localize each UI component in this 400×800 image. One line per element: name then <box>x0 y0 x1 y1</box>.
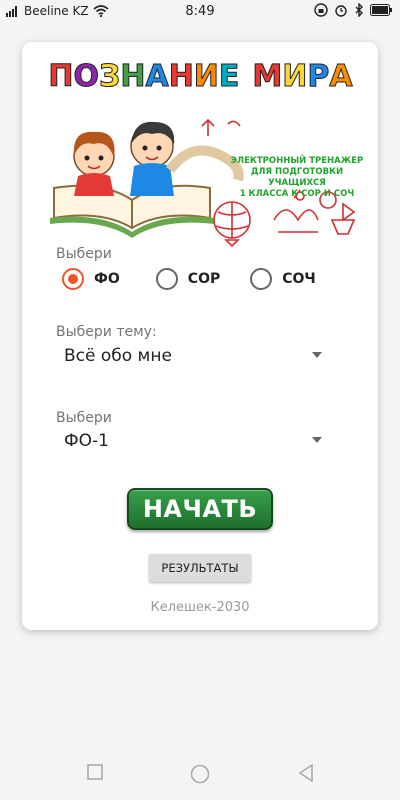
alarm-icon <box>335 5 347 17</box>
system-nav-bar <box>0 750 400 800</box>
logo-letter: О <box>73 59 99 94</box>
radio-sor-label: СОР <box>187 271 221 287</box>
bluetooth-icon <box>355 3 363 17</box>
back-icon[interactable] <box>298 764 314 782</box>
dropdown-caret-icon <box>312 437 322 443</box>
radio-circle-icon <box>250 268 273 290</box>
footer-credit: Келешек-2030 <box>150 600 250 615</box>
radio-soch-label: СОЧ <box>282 271 316 287</box>
logo-letter: Н <box>168 59 194 94</box>
assessment-label: Выбери <box>56 246 112 262</box>
results-button[interactable]: РЕЗУЛЬТАТЫ <box>149 554 251 582</box>
topic-select-value: Всё обо мне <box>64 346 172 366</box>
assessment-radio-group: ФО СОР СОЧ <box>40 268 338 290</box>
logo-letter: А <box>329 59 353 94</box>
status-bar: Beeline KZ 8:49 <box>0 0 400 24</box>
radio-soch[interactable]: СОЧ <box>250 268 316 290</box>
logo-letter: И <box>282 59 308 94</box>
variant-select-value: ФО-1 <box>64 431 109 451</box>
dropdown-caret-icon <box>312 352 322 358</box>
topic-label: Выбери тему: <box>56 324 157 340</box>
banner-tagline: ЭЛЕКТРОННЫЙ ТРЕНАЖЕР ДЛЯ ПОДГОТОВКИ УЧАЩ… <box>222 156 372 200</box>
radio-circle-icon <box>62 268 84 290</box>
status-right <box>314 3 392 17</box>
logo-letter: Е <box>218 59 239 94</box>
banner-line-2: ДЛЯ ПОДГОТОВКИ УЧАЩИХСЯ <box>250 167 344 188</box>
variant-label: Выбери <box>56 410 112 426</box>
home-icon[interactable] <box>190 764 210 784</box>
app-logo: ПОЗНАНИЕМИРА <box>42 54 358 100</box>
logo-letter: А <box>145 59 169 94</box>
radio-sor[interactable]: СОР <box>155 268 221 290</box>
logo-letter: З <box>99 59 121 94</box>
logo-letter: Н <box>120 59 146 94</box>
logo-letter: П <box>48 59 74 94</box>
banner-line-1: ЭЛЕКТРОННЫЙ ТРЕНАЖЕР <box>230 156 364 166</box>
logo-letter: И <box>193 59 219 94</box>
radio-circle-icon <box>155 268 178 290</box>
lock-rotation-icon <box>314 3 328 17</box>
variant-select[interactable]: ФО-1 <box>56 426 330 456</box>
banner-line-3: 1 КЛАССА К СОР И СОЧ <box>239 189 355 199</box>
topic-select[interactable]: Всё обо мне <box>56 341 330 371</box>
banner: ЭЛЕКТРОННЫЙ ТРЕНАЖЕР ДЛЯ ПОДГОТОВКИ УЧАЩ… <box>42 100 363 260</box>
radio-fo-label: ФО <box>94 271 120 287</box>
recents-icon[interactable] <box>87 764 103 780</box>
logo-letter: Р <box>307 59 330 94</box>
radio-fo[interactable]: ФО <box>62 268 120 290</box>
logo-letter: М <box>252 59 283 94</box>
start-button[interactable]: НАЧАТЬ <box>127 488 273 530</box>
battery-icon <box>370 4 392 16</box>
